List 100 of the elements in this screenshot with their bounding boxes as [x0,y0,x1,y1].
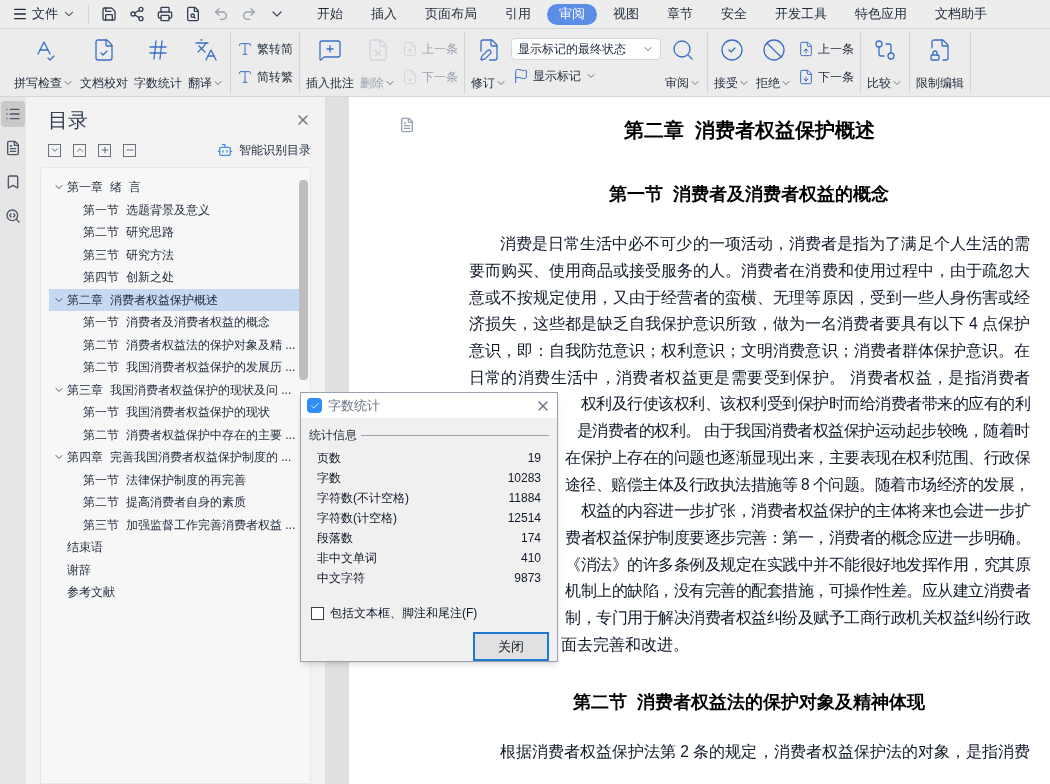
tool-icon [237,40,253,57]
paragraph-line: 根据消费者权益保护法第 2 条的规定，消费者权益保护法的对象，是指消费 [498,741,1030,762]
section-heading: 第一节 消费者及消费者权益的概念 [608,183,891,206]
ribbon-button[interactable]: 字数统计 [132,33,184,92]
stat-value: 410 [520,550,541,567]
toc-item[interactable]: 谢辞 [49,558,300,581]
toc-item[interactable]: 第一章 绪 言 [49,176,300,199]
preview-icon[interactable] [185,6,201,22]
toc-item[interactable]: 第二节 研究思路 [49,221,300,244]
ribbon-button[interactable]: 文档校对 [78,33,130,92]
outline-button[interactable] [48,143,62,157]
toc-item[interactable]: 第一节 消费者及消费者权益的概念 [49,311,300,334]
stat-value: 174 [520,530,541,547]
save-icon[interactable] [101,6,117,22]
outline-button[interactable] [98,143,112,157]
tool-icon [237,68,253,85]
tool-icon [720,37,744,62]
tool-icon [873,37,897,62]
panel-title: 目录 [48,108,89,133]
chevron-up-icon [74,145,85,155]
ribbon-tab[interactable]: 视图 [601,3,651,25]
paragraph-line: 《消法》的许多条例及规定在实践中并不能很好地发挥作用，究其原 [565,554,1030,575]
page-icon[interactable] [398,117,415,133]
paragraph-line: 费者权益保护制度要逐步完善：第一，消费者的概念应进一步明确。 [565,528,1030,548]
tool-icon [477,37,501,62]
ribbon-tab[interactable]: 文档助手 [923,3,999,25]
toc-item[interactable]: 第三节 加强监督工作完善消费者权益 ... [49,513,300,536]
ribbon-tab[interactable]: 引用 [493,3,543,25]
paragraph-line: 意识，即：自我防范意识；权利意识；文明消费意识；消费者群体保护意识。在 [468,341,1030,362]
ribbon-button[interactable]: 插入批注 [304,33,356,92]
share-icon[interactable] [129,6,145,22]
ribbon-button[interactable]: 翻译 [186,33,226,92]
ribbon-button[interactable]: 修订 [469,33,509,92]
ribbon-button[interactable]: 上一条 [796,36,856,61]
toc-item[interactable]: 第三节 研究方法 [49,243,300,266]
paragraph-line: 是消费者的权利。 由于我国消费者权益保护运动起步较晚，随着时 [576,421,1030,442]
ribbon-button[interactable]: 繁转简 [235,36,295,61]
print-icon[interactable] [157,6,173,22]
outline-button[interactable] [73,143,87,157]
ribbon-button[interactable]: 拼写检查 [12,33,76,92]
file-menu[interactable]: 文件 [8,4,80,24]
chevron-down-icon [49,145,60,155]
ribbon-tab[interactable]: 页面布局 [413,3,489,25]
menu-icon [12,6,28,22]
ribbon-tab[interactable]: 特色应用 [843,3,919,25]
toc-item[interactable]: 第一节 法律保护制度的再完善 [49,468,300,491]
ribbon-button[interactable]: 显示标记 [511,63,661,88]
toc-item[interactable]: 第一节 选题背景及意义 [49,198,300,221]
ribbon-button[interactable]: 接受 [712,33,752,92]
ribbon-button[interactable]: 比较 [865,33,905,92]
robot-icon [217,142,234,158]
paragraph-line: 在保护上存在的问题也逐渐显现出来，主要表现在权利范围、行政保 [565,447,1030,468]
ribbon-tab[interactable]: 安全 [709,3,759,25]
tool-icon [798,68,814,85]
ribbon-tab[interactable]: 开始 [305,3,355,25]
stat-value: 12514 [507,510,541,527]
tool-icon [798,40,814,57]
toc-item[interactable]: 第二节 提高消费者自身的素质 [49,491,300,514]
ribbon-button[interactable]: 审阅 [663,33,703,92]
ribbon-button[interactable]: 简转繁 [235,64,295,89]
include-checkbox[interactable]: 包括文本框、脚注和尾注(F) [301,604,557,622]
toc-item[interactable]: 第四章 完善我国消费者权益保护制度的 ... [49,446,300,469]
toc-item[interactable]: 第二节 我国消费者权益保护的发展历 ... [49,356,300,379]
markup-select[interactable]: 显示标记的最终状态 [511,37,661,60]
ribbon-tab[interactable]: 插入 [359,3,409,25]
stat-value: 19 [527,450,541,467]
paragraph-line: 权利及行使该权利、该权利受到保护时而给消费者带来的应有的利 [580,394,1030,415]
ribbon-tab[interactable]: 章节 [655,3,705,25]
ribbon-button[interactable]: 下一条 [796,64,856,89]
paragraph-line: 面去完善和改进。 [560,634,689,655]
paragraph-line: 途径、赔偿主体及行政执法措施等 8 个问题。随着市场经济的发展， [564,474,1030,495]
toc-item[interactable]: 第二节 消费者权益保护中存在的主要 ... [49,423,300,446]
stat-label: 非中文单词 [317,550,377,567]
stat-value: 9873 [514,570,541,587]
outline-button[interactable] [123,143,137,157]
toc-item[interactable]: 第四节 创新之处 [49,266,300,289]
close-button[interactable]: 关闭 [473,632,549,661]
sidebar-tab[interactable] [1,101,26,127]
toc-item[interactable]: 第二章 消费者权益保护概述 [49,288,300,311]
panel-icon [5,208,22,224]
paragraph-line: 要而购买、使用商品或接受服务的人。消费者在消费和使用过程中，由于疏忽大 [468,260,1030,281]
group-label: 统计信息 [309,427,357,444]
tool-icon [366,37,390,62]
tool-icon [194,37,218,62]
paragraph-line: 日常的消费生活中，消费者权益更是需要受到保护。 消费者权益，是指消费者 [468,367,1030,388]
tool-icon [92,37,116,62]
toc-item[interactable]: 结束语 [49,536,300,559]
ribbon-button[interactable]: 拒绝 [754,33,794,92]
ribbon-button[interactable]: 限制编辑 [914,33,966,92]
smart-toc-button[interactable]: 智能识别目录 [217,141,312,159]
chapter-heading: 第二章 消费者权益保护概述 [622,118,876,143]
toc-item[interactable]: 第一节 我国消费者权益保护的现状 [49,401,300,424]
stat-label: 中文字符 [317,570,365,587]
checkbox[interactable] [311,606,324,620]
toc-item[interactable]: 参考文献 [49,581,300,604]
toc-item[interactable]: 第三章 我国消费者权益保护的现状及问 ... [49,378,300,401]
paragraph-line: 消费是日常生活中必不可少的一项活动，消费者是指为了满足个人生活的需 [498,234,1030,255]
toc-item[interactable]: 第二节 消费者权益法的保护对象及精 ... [49,333,300,356]
ribbon-tab[interactable]: 开发工具 [763,3,839,25]
scrollbar-thumb[interactable] [299,180,309,380]
